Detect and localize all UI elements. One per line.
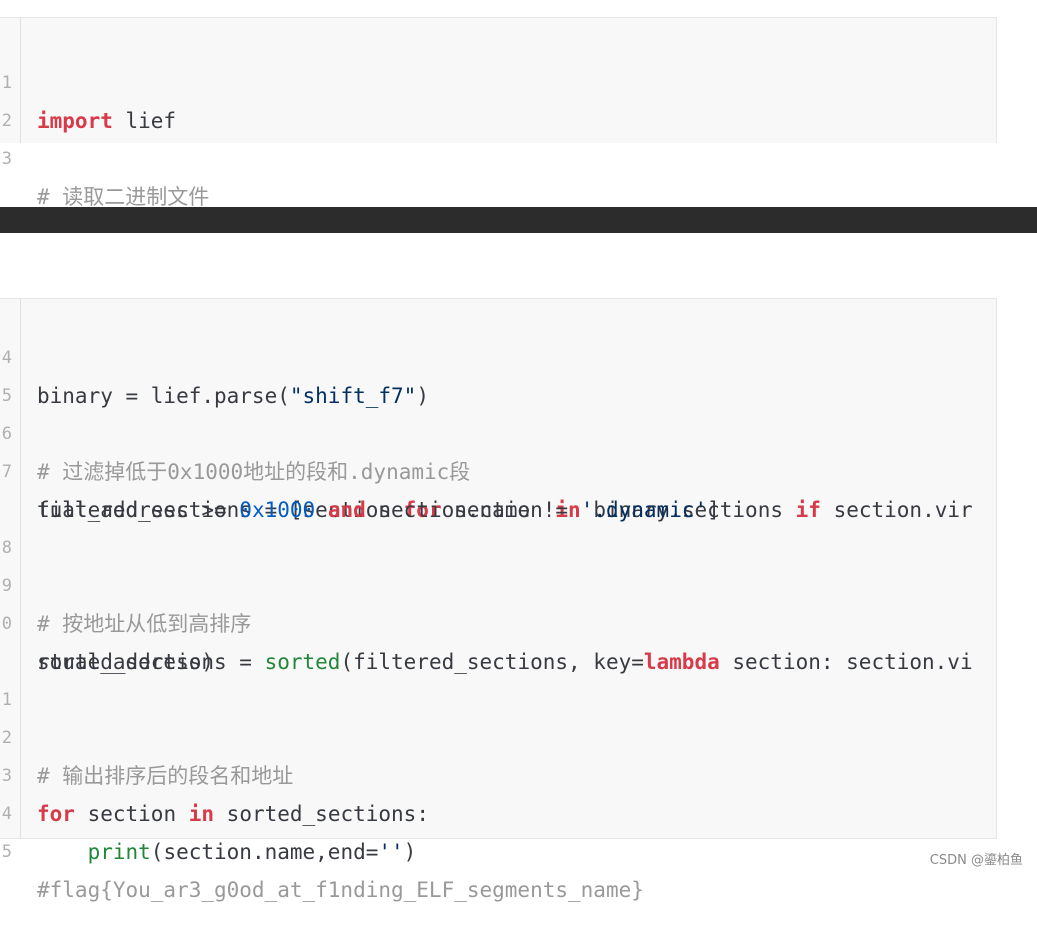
code-line: 4 binary = lief.parse("shift_f7") (0, 301, 996, 408)
code-line: 0 sorted_sections = sorted(filtered_sect… (0, 567, 996, 674)
code-line: 5 #flag{You_ar3_g0od_at_f1nding_ELF_segm… (0, 795, 996, 902)
code-line: 2 # 输出排序后的段名和地址 (0, 681, 996, 788)
code-token: (section.name,end= (150, 840, 379, 864)
line-number: 3 (1, 149, 12, 169)
code-token: ) (403, 840, 417, 864)
dark-divider-bar (0, 207, 1037, 233)
code-block-top: 1 import lief 2 3 # 读取二进制文件 (0, 17, 997, 209)
code-block-main: 4 binary = lief.parse("shift_f7") 5 6 # … (0, 298, 997, 902)
builtin-function: print (87, 840, 151, 864)
line-number: 5 (1, 842, 12, 862)
code-line: 3 for section in sorted_sections: (0, 719, 996, 826)
code-line: 4 print(section.name,end='') (0, 757, 996, 864)
code-line-wrap: tual_address >= 0x1000 and section.name … (0, 453, 996, 522)
code-line: 8 (0, 491, 996, 558)
code-text: print(section.name,end='') (37, 833, 986, 871)
code-comment: #flag{You_ar3_g0od_at_f1nding_ELF_segmen… (37, 878, 644, 902)
string-literal: '' (378, 840, 404, 864)
code-line: 5 (0, 339, 996, 406)
code-line: 3 # 读取二进制文件 (0, 102, 996, 209)
code-line: 9 # 按地址从低到高排序 (0, 529, 996, 636)
code-line: 2 (0, 64, 996, 131)
code-line: 1 import lief (0, 26, 996, 133)
code-line: 7 filtered_sections = [section for secti… (0, 415, 996, 522)
code-line-wrap: rtual_address) (0, 605, 996, 674)
watermark: CSDN @鎏柏鱼 (929, 853, 1023, 868)
code-line: 1 (0, 643, 996, 710)
code-line: 6 # 过滤掉低于0x1000地址的段和.dynamic段 (0, 377, 996, 484)
